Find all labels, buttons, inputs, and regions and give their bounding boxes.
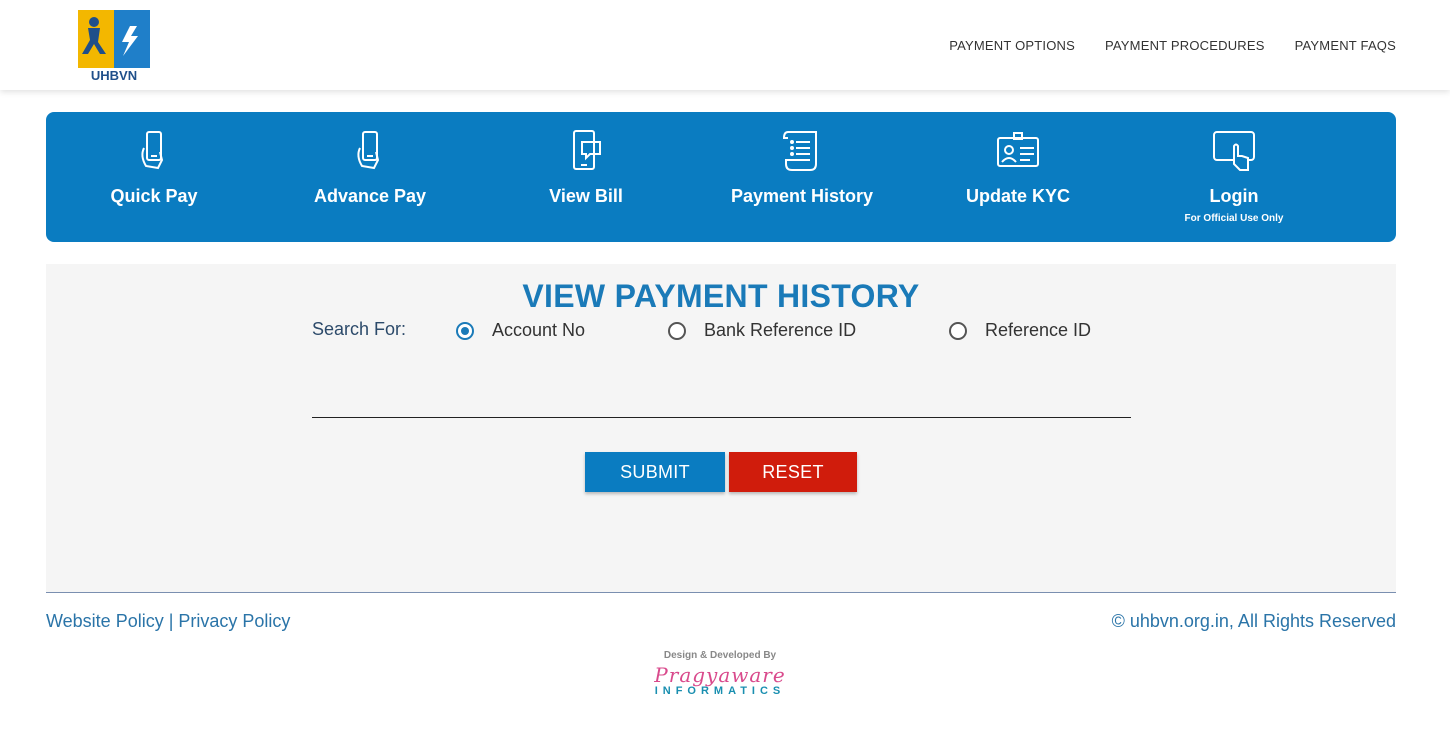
credit-line: Design & Developed By [663,650,777,661]
nav-payment-faqs[interactable]: PAYMENT FAQS [1295,38,1396,53]
radio-account-no[interactable]: Account No [456,320,585,341]
phone-hand-icon [348,130,392,172]
quick-pay-label: Quick Pay [110,186,198,206]
update-kyc-button[interactable]: Update KYC [910,112,1126,242]
submit-button[interactable]: SUBMIT [585,452,725,492]
radio-reference-id-label: Reference ID [985,320,1092,340]
site-header: UHBVN PAYMENT OPTIONS PAYMENT PROCEDURES… [0,0,1450,90]
page-title: VIEW PAYMENT HISTORY [522,278,920,314]
credit-brand-sub: INFORMATICS [654,685,786,697]
action-bar: Quick Pay Advance Pay View Bill Payment … [46,112,1396,242]
tablet-touch-icon [1212,130,1256,172]
search-for-label: Search For: [312,319,407,339]
radio-reference-id[interactable]: Reference ID [949,320,1091,341]
top-nav: PAYMENT OPTIONS PAYMENT PROCEDURES PAYME… [949,38,1396,53]
website-policy-link[interactable]: Website Policy [46,611,164,631]
payment-history-panel: VIEW PAYMENT HISTORY Search For: Account… [46,264,1396,593]
reset-button[interactable]: RESET [729,452,857,492]
radio-bank-reference-id[interactable]: Bank Reference ID [668,320,856,341]
radio-unchecked-icon[interactable] [668,321,686,340]
search-input[interactable] [312,382,1131,418]
scroll-list-icon [780,130,824,172]
quick-pay-button[interactable]: Quick Pay [46,112,262,242]
payment-history-label: Payment History [730,186,874,206]
credit-brand-logo: Pragyaware [654,663,786,687]
privacy-policy-link[interactable]: Privacy Policy [178,611,290,631]
radio-unchecked-icon[interactable] [949,321,967,340]
payment-history-button[interactable]: Payment History [694,112,910,242]
radio-bank-reference-id-label: Bank Reference ID [704,320,857,340]
copyright-text: © uhbvn.org.in, All Rights Reserved [1111,611,1396,631]
svg-text:UHBVN: UHBVN [91,68,137,83]
login-sublabel: For Official Use Only [1184,213,1284,224]
advance-pay-label: Advance Pay [313,186,427,206]
radio-checked-icon[interactable] [456,321,474,340]
nav-payment-procedures[interactable]: PAYMENT PROCEDURES [1105,38,1265,53]
login-button[interactable]: Login For Official Use Only [1126,112,1342,242]
uhbvn-logo[interactable]: UHBVN [72,8,156,84]
mobile-message-icon [564,130,608,172]
advance-pay-button[interactable]: Advance Pay [262,112,478,242]
footer-separator: | [163,611,179,631]
footer-links: Website Policy | Privacy Policy [46,611,290,632]
phone-hand-icon [132,130,176,172]
login-label: Login [1209,186,1259,206]
update-kyc-label: Update KYC [965,186,1070,206]
view-bill-button[interactable]: View Bill [478,112,694,242]
view-bill-label: View Bill [549,186,623,206]
nav-payment-options[interactable]: PAYMENT OPTIONS [949,38,1075,53]
developer-credit[interactable]: Design & Developed By Pragyaware INFORMA… [620,650,820,697]
id-card-icon [996,130,1040,172]
radio-account-no-label: Account No [492,320,586,340]
